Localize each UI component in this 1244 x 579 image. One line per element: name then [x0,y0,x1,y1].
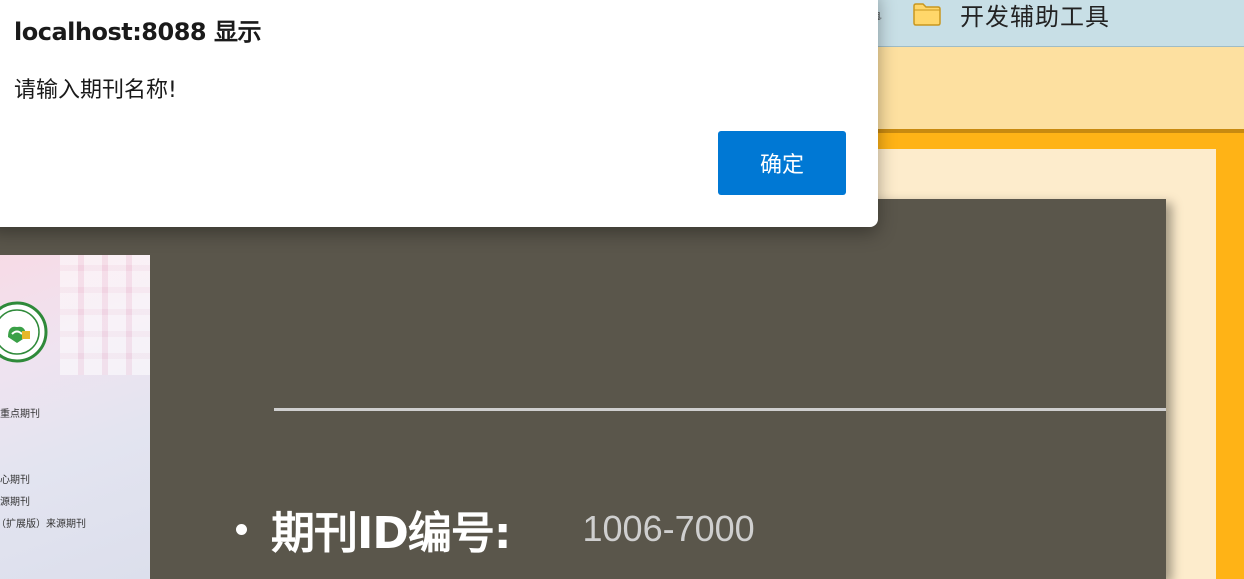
journal-cover-image: 重点期刊 核心期刊 来源期刊 （扩展版）来源期刊 [0,255,150,579]
alert-dialog: localhost:8088 显示 请输入期刊名称! 确定 [0,0,878,227]
card-divider [274,408,1166,411]
journal-id-label: 期刊ID编号: [271,508,511,559]
cover-text-line: （扩展版）来源期刊 [0,519,86,530]
journal-seal-logo [0,301,48,363]
folder-icon [912,2,942,26]
bookmark-folder-dev-tools[interactable]: 开发辅助工具 [912,0,1110,31]
cover-text-line: 核心期刊 [0,475,30,486]
alert-title: localhost:8088 显示 [14,18,261,46]
cover-text-line: 重点期刊 [0,409,40,420]
bullet-icon [236,523,247,535]
journal-detail-card: 重点期刊 核心期刊 来源期刊 （扩展版）来源期刊 期刊ID编号: 1006-70… [0,199,1166,579]
bookmark-folder-label: 开发辅助工具 [960,2,1110,31]
journal-id-row: 期刊ID编号: 1006-7000 [236,499,755,559]
cover-tiles-pattern [60,255,150,375]
ok-button[interactable]: 确定 [718,131,846,195]
journal-id-value: 1006-7000 [582,508,755,549]
alert-message: 请输入期刊名称! [14,78,177,103]
cover-text-line: 来源期刊 [0,497,30,508]
